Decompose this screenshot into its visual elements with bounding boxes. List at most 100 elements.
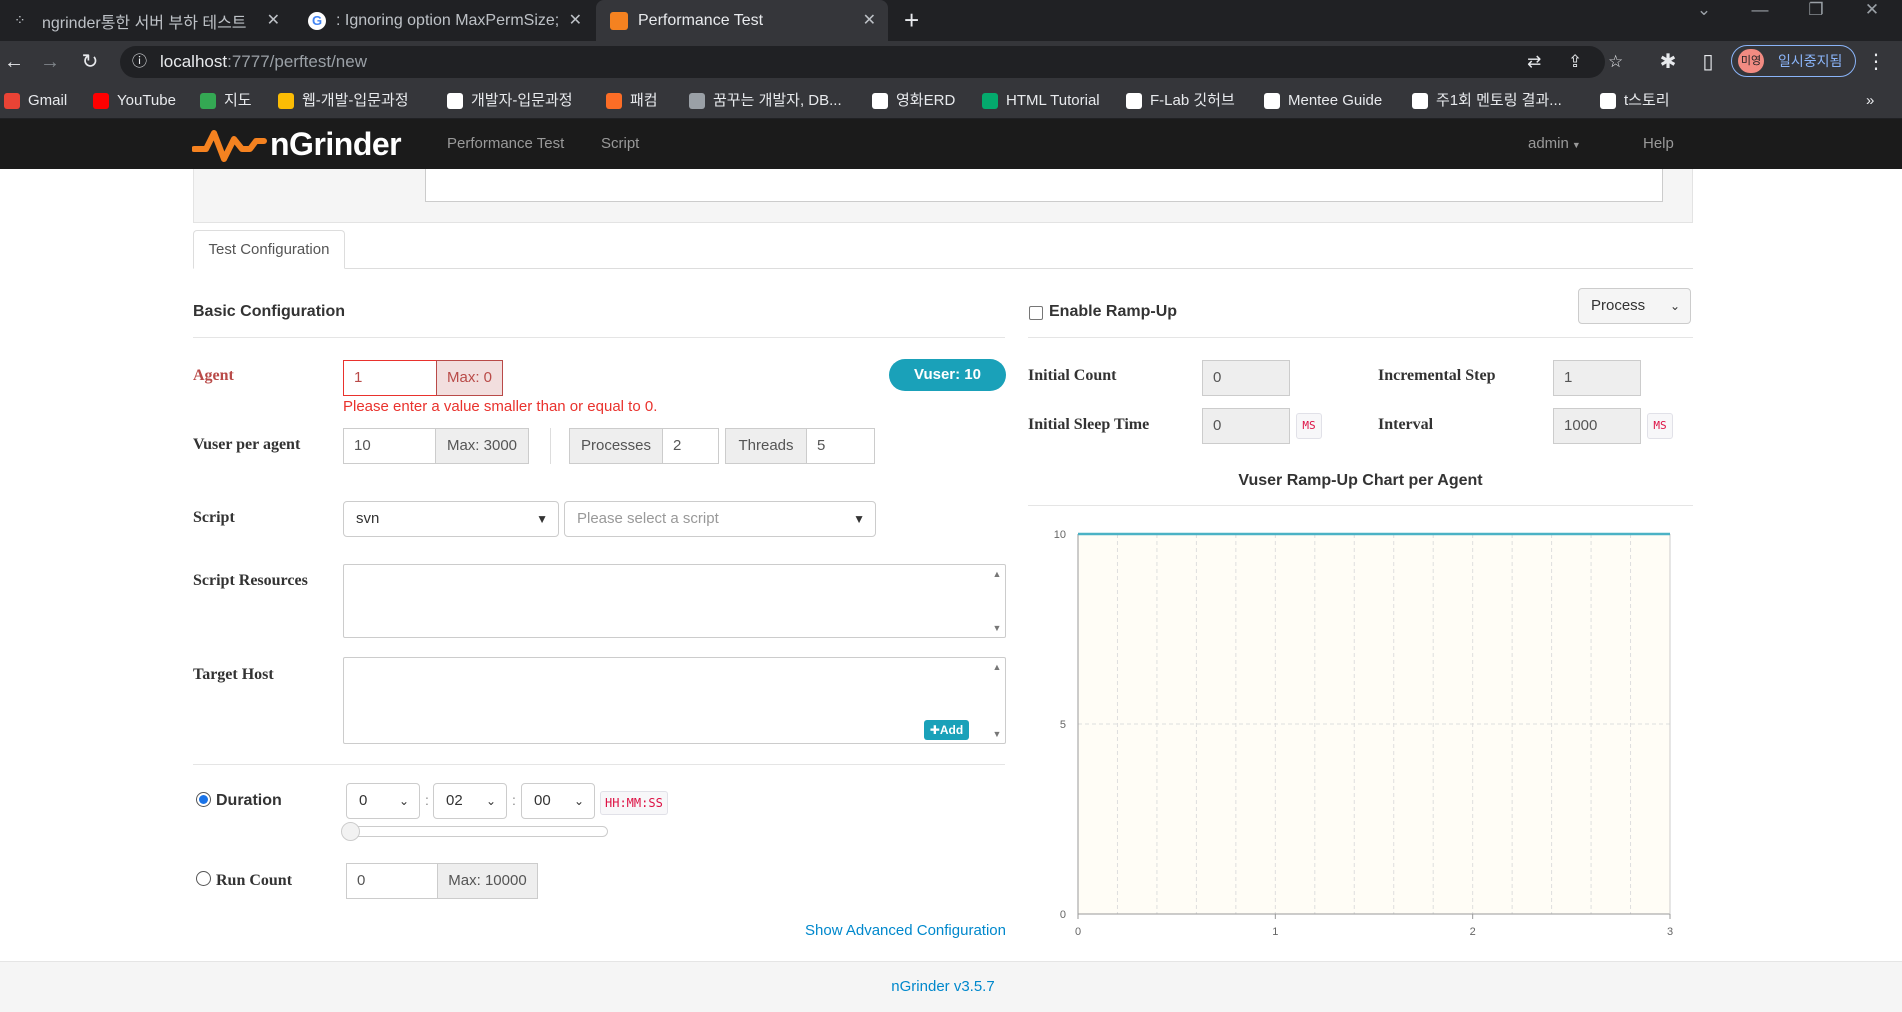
- interval-label: Interval: [1378, 416, 1434, 433]
- duration-minutes-select[interactable]: 02 ⌄: [433, 783, 507, 819]
- divider: [1028, 505, 1693, 506]
- close-tab-icon[interactable]: ✕: [267, 10, 280, 30]
- menu-icon[interactable]: ⋮: [1862, 41, 1890, 83]
- bookmark-star-icon[interactable]: ☆: [1608, 46, 1623, 78]
- scroll-down-icon[interactable]: ▼: [992, 623, 1002, 633]
- y-tick-label: 10: [1054, 529, 1066, 541]
- bookmark-item[interactable]: F-Lab 깃허브: [1126, 83, 1235, 119]
- bookmark-item[interactable]: 지도: [200, 83, 252, 119]
- incremental-step-input[interactable]: 1: [1553, 360, 1641, 396]
- brand-name: nGrinder: [270, 126, 402, 162]
- duration-radio[interactable]: [196, 792, 211, 807]
- processes-addon: Processes: [569, 428, 663, 464]
- run-count-radio[interactable]: [196, 871, 211, 886]
- threads-input[interactable]: 5: [806, 428, 875, 464]
- enable-rampup-checkbox[interactable]: [1029, 306, 1043, 320]
- duration-slider[interactable]: [341, 822, 608, 841]
- initial-sleep-input[interactable]: 0: [1202, 408, 1290, 444]
- run-count-input[interactable]: 0: [346, 863, 438, 899]
- scroll-down-icon[interactable]: ▼: [992, 729, 1002, 739]
- bookmark-favicon-icon: [606, 93, 622, 109]
- bookmark-item[interactable]: YouTube: [93, 83, 176, 119]
- rampup-type-select[interactable]: Process ⌄: [1578, 288, 1691, 324]
- x-tick-label: 2: [1470, 926, 1476, 938]
- duration-format-hint: HH:MM:SS: [600, 791, 668, 815]
- bookmark-item[interactable]: 개발자-입문과정: [447, 83, 573, 119]
- divider: [193, 764, 1005, 765]
- browser-tab-active[interactable]: Performance Test ✕: [596, 0, 888, 41]
- share-icon[interactable]: ⇪: [1568, 46, 1582, 78]
- close-tab-icon[interactable]: ✕: [569, 10, 582, 30]
- bookmark-item[interactable]: 패컴: [606, 83, 658, 119]
- address-bar[interactable]: ⓘ localhost:7777/perftest/new ⇄ ⇪ ☆: [120, 46, 1623, 78]
- bookmark-item[interactable]: 꿈꾸는 개발자, DB...: [689, 83, 842, 119]
- bookmark-item[interactable]: HTML Tutorial: [982, 83, 1100, 119]
- script-resources-area[interactable]: ▲ ▼: [343, 564, 1006, 638]
- nav-script[interactable]: Script: [601, 119, 639, 169]
- bookmark-label: t스토리: [1624, 92, 1670, 109]
- browser-tab[interactable]: G : Ignoring option MaxPermSize; ✕: [294, 0, 594, 41]
- restore-icon[interactable]: ❐: [1788, 0, 1844, 41]
- bookmark-item[interactable]: 영화ERD: [872, 83, 955, 119]
- agent-count-input[interactable]: 1: [343, 360, 437, 396]
- avatar: 미영: [1738, 49, 1764, 73]
- script-select[interactable]: Please select a script ▼: [564, 501, 876, 537]
- back-icon[interactable]: ←: [0, 41, 28, 83]
- add-host-button[interactable]: ✚Add: [924, 720, 969, 740]
- tab-test-configuration[interactable]: Test Configuration: [193, 230, 345, 269]
- extensions-icon[interactable]: ✱: [1654, 41, 1682, 83]
- chevron-down-icon: ⌄: [1669, 299, 1680, 313]
- tab-search-icon[interactable]: ⌄: [1676, 0, 1732, 41]
- duration-hours-select[interactable]: 0 ⌄: [346, 783, 420, 819]
- footer: nGrinder v3.5.7: [0, 961, 1902, 1012]
- reload-icon[interactable]: ↻: [76, 41, 104, 83]
- interval-input[interactable]: 1000: [1553, 408, 1641, 444]
- bookmark-favicon-icon: [278, 93, 294, 109]
- time-separator: :: [512, 792, 516, 808]
- side-panel-icon[interactable]: ▯: [1694, 41, 1722, 83]
- bookmark-item[interactable]: Mentee Guide: [1264, 83, 1382, 119]
- new-tab-button[interactable]: +: [904, 6, 919, 34]
- description-field[interactable]: [425, 169, 1663, 202]
- browser-tab[interactable]: ⁘ ngrinder통한 서버 부하 테스트 ✕: [0, 0, 292, 41]
- processes-input[interactable]: 2: [662, 428, 719, 464]
- vuser-per-agent-input[interactable]: 10: [343, 428, 436, 464]
- version-link[interactable]: nGrinder v3.5.7: [0, 962, 1886, 1012]
- translate-icon[interactable]: ⇄: [1527, 46, 1541, 78]
- forward-icon[interactable]: →: [36, 41, 64, 83]
- profile-button[interactable]: 미영 일시중지됨: [1731, 45, 1856, 77]
- bookmark-item[interactable]: Gmail: [4, 83, 67, 119]
- close-tab-icon[interactable]: ✕: [863, 10, 876, 30]
- bookmark-item[interactable]: 웹-개발-입문과정: [278, 83, 409, 119]
- tab-divider: [193, 268, 1693, 269]
- target-host-area[interactable]: ▲ ▼ ✚Add: [343, 657, 1006, 744]
- slider-handle[interactable]: [341, 822, 360, 841]
- scroll-up-icon[interactable]: ▲: [992, 569, 1002, 579]
- duration-seconds-select[interactable]: 00 ⌄: [521, 783, 595, 819]
- bookmark-favicon-icon: [982, 93, 998, 109]
- close-window-icon[interactable]: ✕: [1844, 0, 1900, 41]
- minimize-icon[interactable]: —: [1732, 0, 1788, 41]
- bookmark-item[interactable]: t스토리: [1600, 83, 1670, 119]
- bookmark-label: HTML Tutorial: [1006, 92, 1100, 109]
- vuser-max-addon: Max: 3000: [435, 428, 529, 464]
- bookmark-item[interactable]: 주1회 멘토링 결과...: [1412, 83, 1562, 119]
- script-repo-select[interactable]: svn ▼: [343, 501, 559, 537]
- bookmark-favicon-icon: [1600, 93, 1616, 109]
- bookmark-favicon-icon: [1126, 93, 1142, 109]
- nav-help[interactable]: Help: [1643, 119, 1674, 169]
- plus-icon: ✚: [929, 723, 940, 737]
- site-info-icon[interactable]: ⓘ: [132, 46, 147, 78]
- more-bookmarks-icon[interactable]: »: [1866, 83, 1874, 119]
- show-advanced-link[interactable]: Show Advanced Configuration: [805, 922, 1006, 939]
- target-host-label: Target Host: [193, 666, 274, 683]
- nav-performance-test[interactable]: Performance Test: [447, 119, 564, 169]
- incremental-step-label: Incremental Step: [1378, 367, 1496, 384]
- bookmark-favicon-icon: [689, 93, 705, 109]
- user-menu[interactable]: admin ▼: [1528, 119, 1581, 170]
- scroll-up-icon[interactable]: ▲: [992, 662, 1002, 672]
- ngrinder-logo[interactable]: nGrinder: [192, 125, 416, 163]
- initial-count-input[interactable]: 0: [1202, 360, 1290, 396]
- x-tick-label: 0: [1075, 926, 1081, 938]
- bookmark-label: F-Lab 깃허브: [1150, 92, 1235, 109]
